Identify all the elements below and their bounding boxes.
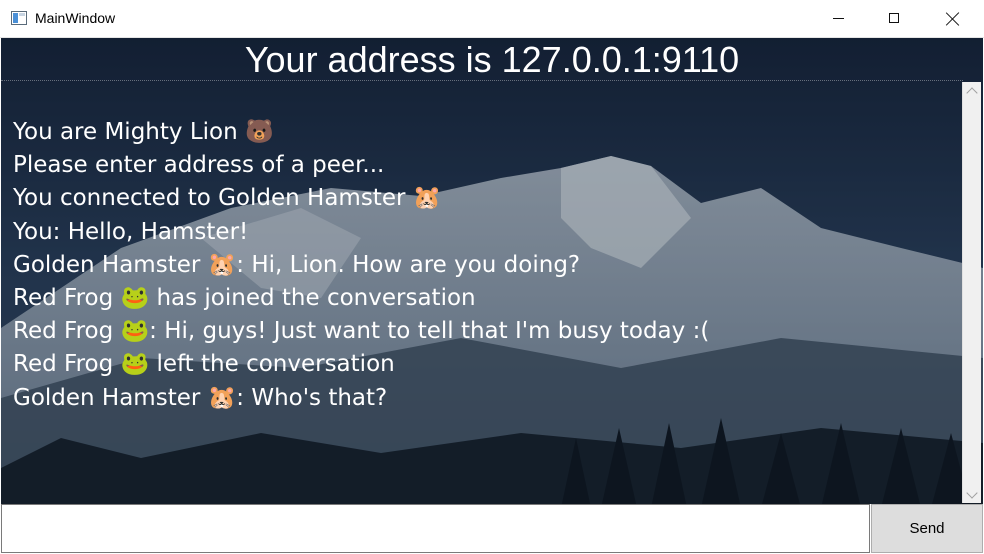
send-button[interactable]: Send xyxy=(871,504,983,553)
app-window-icon xyxy=(11,11,27,25)
client-area: Your address is 127.0.0.1:9110 You are M… xyxy=(1,38,983,553)
scroll-down-button[interactable] xyxy=(963,486,981,503)
window-title: MainWindow xyxy=(35,10,116,26)
chat-line: You: Hello, Hamster! xyxy=(13,218,249,245)
chat-line: You are Mighty Lion 🐻 xyxy=(13,119,274,145)
maximize-button[interactable] xyxy=(866,0,922,38)
chat-line: Red Frog 🐸 has joined the conversation xyxy=(13,284,476,311)
close-button[interactable] xyxy=(924,0,984,38)
address-header: Your address is 127.0.0.1:9110 xyxy=(244,39,740,80)
chat-log: You are Mighty Lion 🐻 Please enter addre… xyxy=(13,116,953,415)
arrow-down-icon xyxy=(966,487,978,499)
chat-line: Red Frog 🐸: Hi, guys! Just want to tell … xyxy=(13,318,710,345)
minimize-button[interactable] xyxy=(810,0,866,38)
chat-line: Golden Hamster 🐹: Hi, Lion. How are you … xyxy=(13,251,581,278)
chat-line: Red Frog 🐸 left the conversation xyxy=(13,351,395,378)
arrow-up-icon xyxy=(966,87,978,99)
close-icon xyxy=(946,12,960,26)
message-input[interactable] xyxy=(1,504,870,553)
minimize-icon xyxy=(833,18,844,19)
chat-scrollbar[interactable] xyxy=(962,82,981,503)
message-input-row: Send xyxy=(1,504,983,553)
chat-line: Please enter address of a peer... xyxy=(13,152,385,179)
chat-line: Golden Hamster 🐹: Who's that? xyxy=(13,384,388,411)
scroll-up-button[interactable] xyxy=(963,82,981,99)
header-divider xyxy=(1,80,963,81)
maximize-icon xyxy=(889,13,899,23)
chat-line: You connected to Golden Hamster 🐹 xyxy=(13,185,442,212)
title-bar: MainWindow xyxy=(0,0,984,38)
